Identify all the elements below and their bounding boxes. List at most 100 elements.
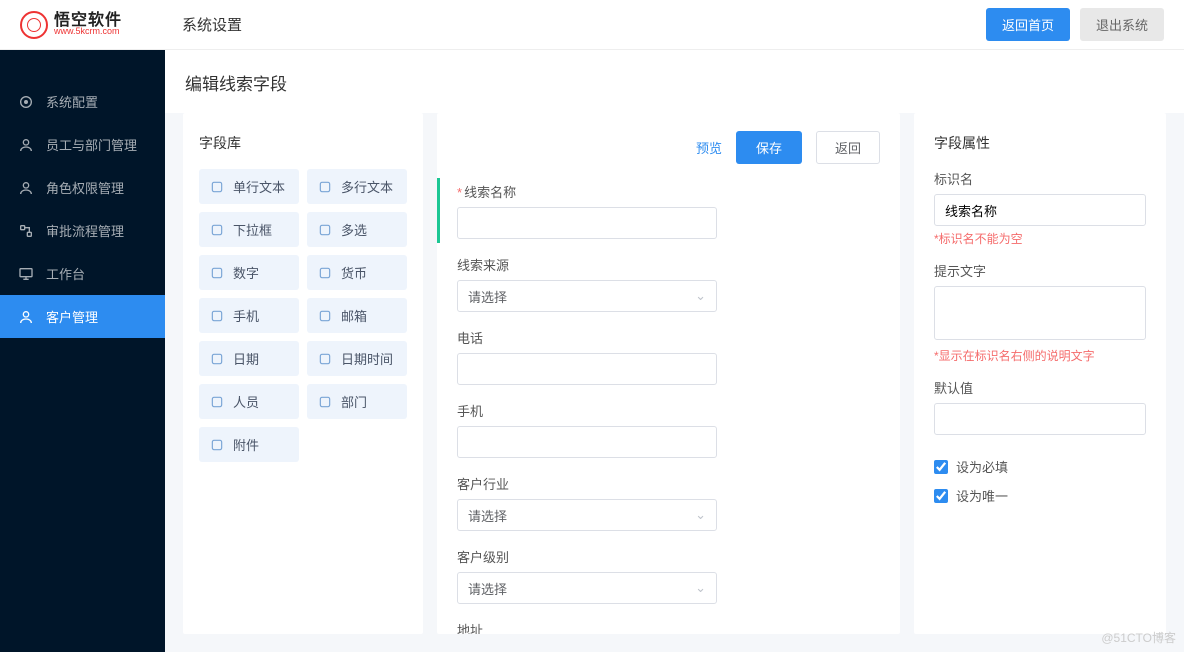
field-type-icon: [317, 265, 333, 281]
identifier-label: 标识名: [934, 169, 1146, 188]
sidebar-item-label: 工作台: [46, 264, 85, 283]
sidebar-item-5[interactable]: 客户管理: [0, 295, 165, 338]
unique-checkbox-row[interactable]: 设为唯一: [934, 486, 1146, 505]
page-title: 编辑线索字段: [165, 50, 1184, 113]
sidebar-item-0[interactable]: 系统配置: [0, 80, 165, 123]
field-label: 客户行业: [457, 474, 880, 493]
select-placeholder: 请选择: [468, 579, 507, 598]
field-label: 线索来源: [457, 255, 880, 274]
sidebar-item-label: 客户管理: [46, 307, 98, 326]
desktop-icon: [18, 266, 34, 282]
field-input[interactable]: [457, 353, 717, 385]
library-item-label: 货币: [341, 263, 367, 282]
library-item[interactable]: 邮箱: [307, 298, 407, 333]
field-input[interactable]: [457, 426, 717, 458]
default-input[interactable]: [934, 403, 1146, 435]
field-type-icon: [209, 351, 225, 367]
field-type-icon: [209, 179, 225, 195]
field-label: 客户级别: [457, 547, 880, 566]
field-select[interactable]: 请选择⌄: [457, 572, 717, 604]
default-label: 默认值: [934, 378, 1146, 397]
library-item[interactable]: 附件: [199, 427, 299, 462]
field-type-icon: [317, 394, 333, 410]
library-item-label: 手机: [233, 306, 259, 325]
library-item[interactable]: 多行文本: [307, 169, 407, 204]
chevron-down-icon: ⌄: [695, 288, 706, 304]
form-field[interactable]: 电话: [457, 328, 880, 385]
tip-label: 提示文字: [934, 261, 1146, 280]
unique-checkbox[interactable]: [934, 489, 948, 503]
library-item[interactable]: 单行文本: [199, 169, 299, 204]
home-button[interactable]: 返回首页: [986, 8, 1070, 41]
field-type-icon: [209, 265, 225, 281]
top-bar: 悟空软件 www.5kcrm.com 系统设置 返回首页 退出系统: [0, 0, 1184, 50]
field-label: 地址: [457, 620, 880, 634]
required-checkbox-label: 设为必填: [956, 457, 1008, 476]
sidebar-item-label: 角色权限管理: [46, 178, 124, 197]
user-icon: [18, 309, 34, 325]
identifier-input[interactable]: [934, 194, 1146, 226]
library-item-label: 多行文本: [341, 177, 393, 196]
form-editor-panel: 预览 保存 返回 *线索名称线索来源请选择⌄电话手机客户行业请选择⌄客户级别请选…: [437, 113, 900, 634]
required-checkbox-row[interactable]: 设为必填: [934, 457, 1146, 476]
field-type-icon: [209, 394, 225, 410]
sidebar-item-label: 审批流程管理: [46, 221, 124, 240]
tip-hint: *显示在标识名右侧的说明文字: [934, 347, 1146, 364]
library-item-label: 人员: [233, 392, 259, 411]
field-label: 电话: [457, 328, 880, 347]
main-area: 编辑线索字段 字段库 单行文本多行文本下拉框多选数字货币手机邮箱日期日期时间人员…: [165, 50, 1184, 652]
library-item[interactable]: 日期: [199, 341, 299, 376]
flow-icon: [18, 223, 34, 239]
field-input[interactable]: [457, 207, 717, 239]
field-properties-panel: 字段属性 标识名 *标识名不能为空 提示文字 *显示在标识名右侧的说明文字 默认…: [914, 113, 1166, 634]
form-field[interactable]: *线索名称: [457, 182, 880, 239]
select-placeholder: 请选择: [468, 506, 507, 525]
tip-textarea[interactable]: [934, 286, 1146, 340]
unique-checkbox-label: 设为唯一: [956, 486, 1008, 505]
form-field[interactable]: 客户行业请选择 ⌄: [457, 474, 880, 531]
field-type-icon: [209, 308, 225, 324]
save-button[interactable]: 保存: [736, 131, 802, 164]
sidebar-item-4[interactable]: 工作台: [0, 252, 165, 295]
library-item[interactable]: 下拉框: [199, 212, 299, 247]
field-type-icon: [209, 437, 225, 453]
form-field[interactable]: 手机: [457, 401, 880, 458]
sidebar-item-1[interactable]: 员工与部门管理: [0, 123, 165, 166]
library-item[interactable]: 人员: [199, 384, 299, 419]
sidebar: 系统配置员工与部门管理角色权限管理审批流程管理工作台客户管理: [0, 50, 165, 652]
sidebar-item-3[interactable]: 审批流程管理: [0, 209, 165, 252]
library-item-label: 邮箱: [341, 306, 367, 325]
back-button[interactable]: 返回: [816, 131, 880, 164]
properties-title: 字段属性: [934, 133, 1146, 153]
field-select[interactable]: 请选择 ⌄: [457, 499, 717, 531]
watermark: @51CTO博客: [1101, 629, 1176, 646]
library-item-label: 日期时间: [341, 349, 393, 368]
field-label: 手机: [457, 401, 880, 420]
library-item-label: 数字: [233, 263, 259, 282]
library-item[interactable]: 日期时间: [307, 341, 407, 376]
library-item[interactable]: 部门: [307, 384, 407, 419]
field-library-panel: 字段库 单行文本多行文本下拉框多选数字货币手机邮箱日期日期时间人员部门附件: [183, 113, 423, 634]
field-type-icon: [317, 179, 333, 195]
form-field[interactable]: 客户级别请选择⌄: [457, 547, 880, 604]
brand-sub: www.5kcrm.com: [54, 27, 122, 36]
chevron-down-icon: ⌄: [695, 507, 706, 523]
required-checkbox[interactable]: [934, 460, 948, 474]
sidebar-item-label: 员工与部门管理: [46, 135, 137, 154]
library-item[interactable]: 货币: [307, 255, 407, 290]
select-placeholder: 请选择: [468, 287, 507, 306]
field-type-icon: [317, 308, 333, 324]
form-field[interactable]: 线索来源请选择 ⌄: [457, 255, 880, 312]
library-item[interactable]: 手机: [199, 298, 299, 333]
user-icon: [18, 137, 34, 153]
library-item-label: 附件: [233, 435, 259, 454]
form-field[interactable]: 地址: [457, 620, 880, 634]
library-item[interactable]: 多选: [307, 212, 407, 247]
sidebar-item-2[interactable]: 角色权限管理: [0, 166, 165, 209]
field-select[interactable]: 请选择 ⌄: [457, 280, 717, 312]
field-type-icon: [317, 222, 333, 238]
identifier-hint: *标识名不能为空: [934, 230, 1146, 247]
library-item[interactable]: 数字: [199, 255, 299, 290]
preview-link[interactable]: 预览: [696, 138, 722, 157]
logout-button[interactable]: 退出系统: [1080, 8, 1164, 41]
